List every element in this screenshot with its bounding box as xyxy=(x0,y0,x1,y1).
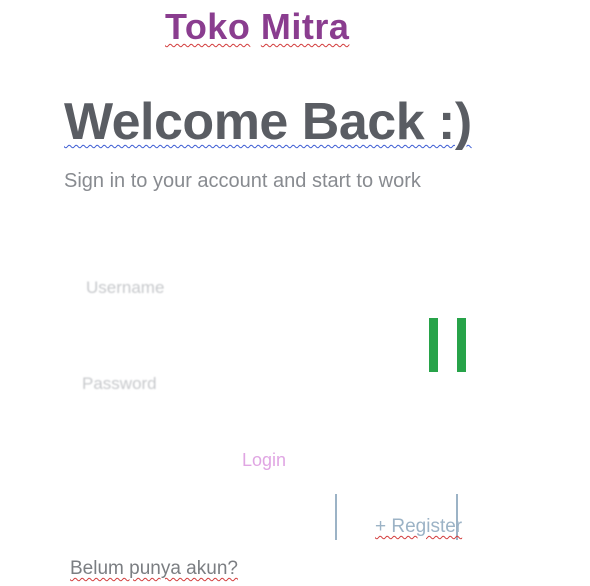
no-account-text: Belum punya akun? xyxy=(70,558,238,579)
page-title: Welcome Back :) xyxy=(64,93,472,151)
login-button[interactable]: Login xyxy=(238,448,290,473)
pause-bar-right xyxy=(457,318,466,372)
username-field[interactable]: Username xyxy=(86,278,164,298)
pause-icon[interactable] xyxy=(429,318,469,372)
password-field[interactable]: Password xyxy=(82,374,157,394)
register-label: + Register xyxy=(375,516,463,537)
brand-word-mitra: Mitra xyxy=(260,6,350,47)
brand-word-toko: Toko xyxy=(165,6,251,47)
brand-logo: Toko Mitra xyxy=(165,6,349,48)
pause-bar-left xyxy=(429,318,438,372)
page-subtitle: Sign in to your account and start to wor… xyxy=(64,170,421,192)
register-button[interactable]: + Register xyxy=(335,494,462,540)
